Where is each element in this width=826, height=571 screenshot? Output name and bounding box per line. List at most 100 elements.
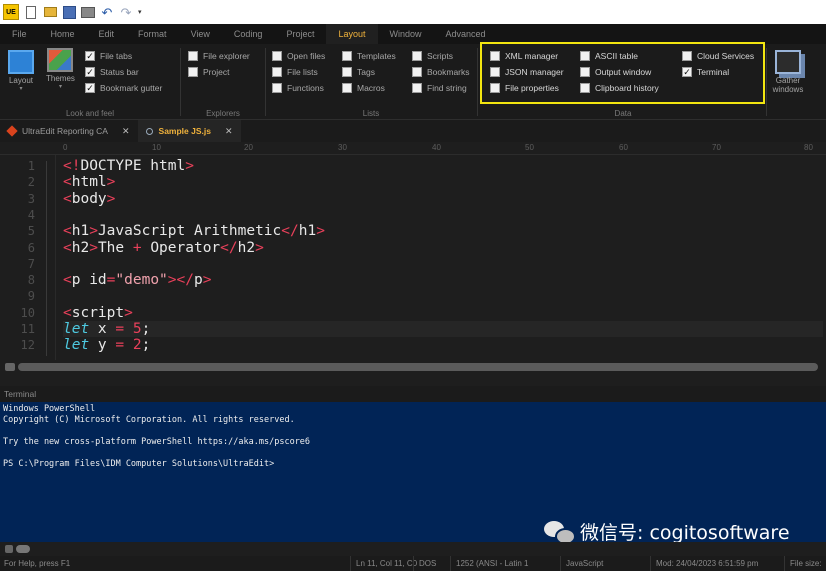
checkbox-box[interactable]	[188, 51, 198, 61]
checkbox-box[interactable]	[342, 83, 352, 93]
file-tabs-checkbox[interactable]: File tabs	[85, 51, 132, 61]
terminal-line: Try the new cross-platform PowerShell ht…	[3, 437, 311, 447]
find-string-checkbox[interactable]: Find string	[412, 83, 467, 93]
undo-icon[interactable]: ↶	[100, 5, 114, 19]
code-line: <body>	[63, 190, 116, 207]
checkbox-label: Bookmark gutter	[100, 83, 163, 93]
tab-home[interactable]: Home	[39, 24, 87, 44]
gather-windows-icon	[775, 50, 801, 74]
scroll-left-button[interactable]	[5, 545, 13, 553]
chevron-down-icon: ▾	[58, 84, 62, 90]
ruler-tick: 10	[152, 143, 161, 152]
tags-checkbox[interactable]: Tags	[342, 67, 375, 77]
status-cursor-position[interactable]: Ln 11, Col 11, C0	[350, 556, 417, 571]
checkbox-box[interactable]	[342, 51, 352, 61]
bookmarks-checkbox[interactable]: Bookmarks	[412, 67, 470, 77]
checkbox-box[interactable]	[85, 51, 95, 61]
new-file-icon[interactable]	[24, 5, 38, 19]
status-encoding[interactable]: 1252 (ANSI - Latin 1	[450, 556, 528, 571]
functions-checkbox[interactable]: Functions	[272, 83, 324, 93]
line-number: 5	[27, 224, 35, 239]
code-line: <html>	[63, 174, 116, 191]
tab-edit[interactable]: Edit	[87, 24, 127, 44]
terminal-line: Copyright (C) Microsoft Corporation. All…	[3, 415, 295, 425]
save-icon[interactable]	[62, 5, 76, 19]
file-tab-active[interactable]: Sample JS.js ✕	[137, 120, 241, 142]
gather-windows-label-1: Gather	[775, 76, 801, 85]
editor-horizontal-scrollbar[interactable]	[0, 360, 826, 374]
file-tab[interactable]: UltraEdit Reporting CA ✕	[0, 120, 138, 142]
ruler-tick: 50	[525, 143, 534, 152]
themes-icon	[47, 48, 74, 72]
status-bar-checkbox[interactable]: Status bar	[85, 67, 139, 77]
themes-button[interactable]: Themes ▾	[46, 48, 75, 90]
status-help-text: For Help, press F1	[4, 559, 71, 568]
tab-format[interactable]: Format	[126, 24, 179, 44]
gather-windows-button[interactable]: Gather windows	[768, 50, 808, 94]
quick-access-toolbar: UE ↶ ↷ ▾	[0, 0, 826, 24]
print-icon[interactable]	[81, 5, 95, 19]
customize-toolbar-caret-icon[interactable]: ▾	[138, 8, 142, 16]
ruler-tick: 0	[63, 143, 68, 152]
checkbox-box[interactable]	[272, 67, 282, 77]
status-line-ending[interactable]: DOS	[413, 556, 436, 571]
checkbox-label: Macros	[357, 83, 385, 93]
status-bar: For Help, press F1 Ln 11, Col 11, C0 DOS…	[0, 556, 826, 571]
line-number: 2	[27, 175, 35, 190]
close-tab-icon[interactable]: ✕	[225, 126, 233, 137]
layout-icon	[8, 50, 34, 74]
checkbox-box[interactable]	[85, 67, 95, 77]
status-language[interactable]: JavaScript	[560, 556, 603, 571]
line-number: 12	[20, 338, 35, 353]
checkbox-box[interactable]	[412, 83, 422, 93]
fold-line	[46, 161, 47, 356]
tab-coding[interactable]: Coding	[222, 24, 275, 44]
group-explorers: File explorer Project Explorers	[181, 44, 265, 120]
scroll-left-button[interactable]	[5, 363, 15, 371]
tab-layout[interactable]: Layout	[326, 24, 378, 44]
tab-window[interactable]: Window	[378, 24, 434, 44]
project-checkbox[interactable]: Project	[188, 67, 229, 77]
line-number: 10	[20, 305, 35, 320]
checkbox-box[interactable]	[85, 83, 95, 93]
tab-view[interactable]: View	[179, 24, 222, 44]
redo-icon[interactable]: ↷	[119, 5, 133, 19]
file-explorer-checkbox[interactable]: File explorer	[188, 51, 250, 61]
ruler-tick: 60	[619, 143, 628, 152]
open-files-checkbox[interactable]: Open files	[272, 51, 325, 61]
line-number: 1	[27, 159, 35, 173]
terminal-horizontal-scrollbar[interactable]	[0, 542, 826, 556]
line-number: 7	[27, 256, 35, 271]
checkbox-box[interactable]	[188, 67, 198, 77]
tab-file[interactable]: File	[0, 24, 39, 44]
tab-project[interactable]: Project	[274, 24, 326, 44]
scripts-checkbox[interactable]: Scripts	[412, 51, 453, 61]
checkbox-box[interactable]	[272, 83, 282, 93]
file-lists-checkbox[interactable]: File lists	[272, 67, 318, 77]
close-tab-icon[interactable]: ✕	[122, 126, 130, 137]
macros-checkbox[interactable]: Macros	[342, 83, 385, 93]
column-ruler: 0 10 20 30 40 50 60 70 80	[0, 142, 826, 155]
layout-button[interactable]: Layout ▾	[8, 50, 34, 92]
code-editor[interactable]: 1 2 3 4 5 6 7 8 9 10 11 12 <!DOCTYPE htm…	[0, 155, 826, 360]
checkbox-label: Status bar	[100, 67, 139, 77]
ruler-tick: 20	[244, 143, 253, 152]
code-line: <h2>The + Operator</h2>	[63, 239, 264, 256]
terminal-prompt[interactable]: PS C:\Program Files\IDM Computer Solutio…	[3, 459, 823, 470]
scrollbar-thumb[interactable]	[18, 363, 818, 371]
checkbox-box[interactable]	[412, 67, 422, 77]
checkbox-box[interactable]	[342, 67, 352, 77]
code-line: <!DOCTYPE html>	[63, 158, 194, 174]
app-icon[interactable]: UE	[3, 4, 19, 20]
tab-advanced[interactable]: Advanced	[434, 24, 498, 44]
templates-checkbox[interactable]: Templates	[342, 51, 396, 61]
checkbox-box[interactable]	[412, 51, 422, 61]
open-folder-icon[interactable]	[43, 5, 57, 19]
bookmark-gutter-checkbox[interactable]: Bookmark gutter	[85, 83, 162, 93]
checkbox-box[interactable]	[272, 51, 282, 61]
line-number: 4	[27, 207, 35, 222]
ruler-tick: 30	[338, 143, 347, 152]
scrollbar-thumb[interactable]	[16, 545, 30, 553]
highlight-box	[480, 42, 765, 104]
line-number: 9	[27, 289, 35, 304]
